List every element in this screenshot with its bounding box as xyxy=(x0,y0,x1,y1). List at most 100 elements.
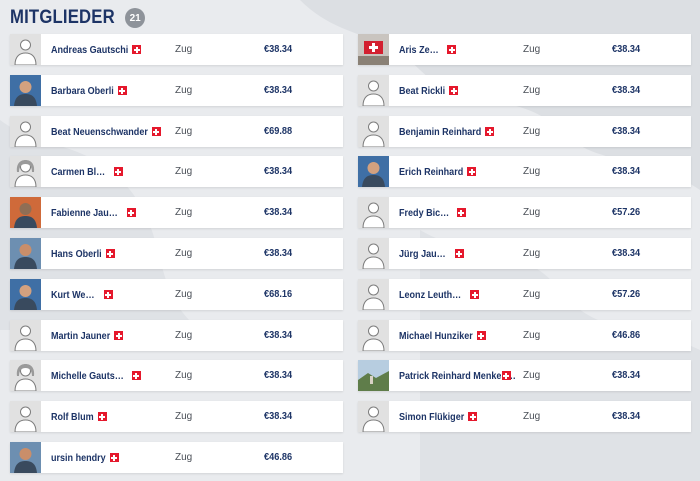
member-city: Zug xyxy=(523,126,541,137)
member-name[interactable]: Rolf Blum xyxy=(51,401,108,432)
members-header: MITGLIEDER 21 xyxy=(10,6,146,30)
avatar[interactable] xyxy=(10,442,41,473)
member-name[interactable]: Hans Oberli xyxy=(51,238,116,269)
avatar[interactable] xyxy=(10,156,41,187)
member-name[interactable]: ursin hendry xyxy=(51,442,120,473)
member-city: Zug xyxy=(175,85,193,96)
member-name[interactable]: Patrick Reinhard Menken… xyxy=(399,360,516,391)
member-amount: €38.34 xyxy=(612,248,641,259)
member-card[interactable]: Benjamin Reinhard Zug €38.34 xyxy=(358,116,691,147)
member-amount: €69.88 xyxy=(264,126,293,137)
member-card[interactable]: Carmen Blum Zug €38.34 xyxy=(10,156,343,187)
member-city: Zug xyxy=(175,126,193,137)
swiss-flag-icon xyxy=(485,127,495,136)
member-card[interactable]: Leonz Leuthard Zug €57.26 xyxy=(358,279,691,310)
member-city: Zug xyxy=(523,411,541,422)
avatar[interactable] xyxy=(358,320,389,351)
swiss-flag-icon xyxy=(131,371,141,380)
avatar[interactable] xyxy=(358,75,389,106)
member-card[interactable]: Fabienne Jauner Zug €38.34 xyxy=(10,197,343,228)
avatar[interactable] xyxy=(10,116,41,147)
avatar[interactable] xyxy=(358,116,389,147)
member-city: Zug xyxy=(175,207,193,218)
member-city: Zug xyxy=(523,370,541,381)
member-card[interactable]: Michael Hunziker Zug €46.86 xyxy=(358,320,691,351)
member-amount: €38.34 xyxy=(612,126,641,137)
avatar[interactable] xyxy=(358,34,389,65)
swiss-flag-icon xyxy=(449,86,459,95)
member-name-text: Andreas Gautschi xyxy=(51,43,129,56)
member-name[interactable]: Martin Jauner xyxy=(51,320,124,351)
member-city: Zug xyxy=(523,44,541,55)
member-name[interactable]: Simon Flükiger xyxy=(399,401,478,432)
member-name[interactable]: Beat Rickli xyxy=(399,75,459,106)
member-name[interactable]: Erich Reinhard xyxy=(399,156,477,187)
member-name[interactable]: Fabienne Jauner xyxy=(51,197,137,228)
member-amount: €38.34 xyxy=(264,44,293,55)
swiss-flag-icon xyxy=(113,167,123,176)
member-card[interactable]: Erich Reinhard Zug €38.34 xyxy=(358,156,691,187)
member-name-text: Fabienne Jauner xyxy=(51,206,123,219)
member-card[interactable]: Andreas Gautschi Zug €38.34 xyxy=(10,34,343,65)
member-name[interactable]: Fredy Bickel xyxy=(399,197,467,228)
avatar[interactable] xyxy=(10,197,41,228)
member-count-badge: 21 xyxy=(125,8,146,28)
member-card[interactable]: Fredy Bickel Zug €57.26 xyxy=(358,197,691,228)
member-city: Zug xyxy=(523,207,541,218)
member-city: Zug xyxy=(175,330,193,341)
member-name[interactable]: Jürg Jauner xyxy=(399,238,465,269)
member-city: Zug xyxy=(175,44,193,55)
member-name[interactable]: Barbara Oberli xyxy=(51,75,128,106)
member-name[interactable]: Michael Hunziker xyxy=(399,320,487,351)
member-city: Zug xyxy=(175,452,193,463)
member-amount: €57.26 xyxy=(612,207,641,218)
member-city: Zug xyxy=(175,248,193,259)
member-card[interactable]: Beat Neuenschwander Zug €69.88 xyxy=(10,116,343,147)
member-name[interactable]: Michelle Gautschi xyxy=(51,360,142,391)
avatar[interactable] xyxy=(10,279,41,310)
member-card[interactable]: Patrick Reinhard Menken… Zug €38.34 xyxy=(358,360,691,391)
avatar[interactable] xyxy=(358,197,389,228)
avatar[interactable] xyxy=(10,320,41,351)
member-city: Zug xyxy=(175,411,193,422)
member-card[interactable]: Michelle Gautschi Zug €38.34 xyxy=(10,360,343,391)
member-card[interactable]: Simon Flükiger Zug €38.34 xyxy=(358,401,691,432)
member-card[interactable]: Rolf Blum Zug €38.34 xyxy=(10,401,343,432)
member-name[interactable]: Leonz Leuthard xyxy=(399,279,480,310)
swiss-flag-icon xyxy=(468,412,478,421)
avatar[interactable] xyxy=(358,279,389,310)
swiss-flag-icon xyxy=(454,249,464,258)
avatar[interactable] xyxy=(10,238,41,269)
swiss-flag-icon xyxy=(470,290,480,299)
member-name[interactable]: Aris Zemp xyxy=(399,34,457,65)
member-card[interactable]: Jürg Jauner Zug €38.34 xyxy=(358,238,691,269)
member-name-text: Erich Reinhard xyxy=(399,165,464,178)
avatar[interactable] xyxy=(10,34,41,65)
member-card[interactable]: Martin Jauner Zug €38.34 xyxy=(10,320,343,351)
member-name[interactable]: Benjamin Reinhard xyxy=(399,116,495,147)
member-name[interactable]: Carmen Blum xyxy=(51,156,124,187)
member-card[interactable]: Hans Oberli Zug €38.34 xyxy=(10,238,343,269)
member-name[interactable]: Beat Neuenschwander xyxy=(51,116,162,147)
member-name-text: Martin Jauner xyxy=(51,329,111,342)
member-card[interactable]: Kurt Weber Zug €68.16 xyxy=(10,279,343,310)
avatar[interactable] xyxy=(358,156,389,187)
member-card[interactable]: ursin hendry Zug €46.86 xyxy=(10,442,343,473)
swiss-flag-icon xyxy=(114,331,124,340)
swiss-flag-icon xyxy=(456,208,466,217)
member-amount: €46.86 xyxy=(264,452,293,463)
member-name[interactable]: Kurt Weber xyxy=(51,279,114,310)
member-card[interactable]: Beat Rickli Zug €38.34 xyxy=(358,75,691,106)
member-city: Zug xyxy=(175,166,193,177)
avatar[interactable] xyxy=(358,401,389,432)
avatar[interactable] xyxy=(358,238,389,269)
member-amount: €68.16 xyxy=(264,289,293,300)
member-amount: €57.26 xyxy=(612,289,641,300)
avatar[interactable] xyxy=(10,360,41,391)
member-card[interactable]: Aris Zemp Zug €38.34 xyxy=(358,34,691,65)
avatar[interactable] xyxy=(10,401,41,432)
member-name[interactable]: Andreas Gautschi xyxy=(51,34,142,65)
avatar[interactable] xyxy=(10,75,41,106)
member-card[interactable]: Barbara Oberli Zug €38.34 xyxy=(10,75,343,106)
avatar[interactable] xyxy=(358,360,389,391)
